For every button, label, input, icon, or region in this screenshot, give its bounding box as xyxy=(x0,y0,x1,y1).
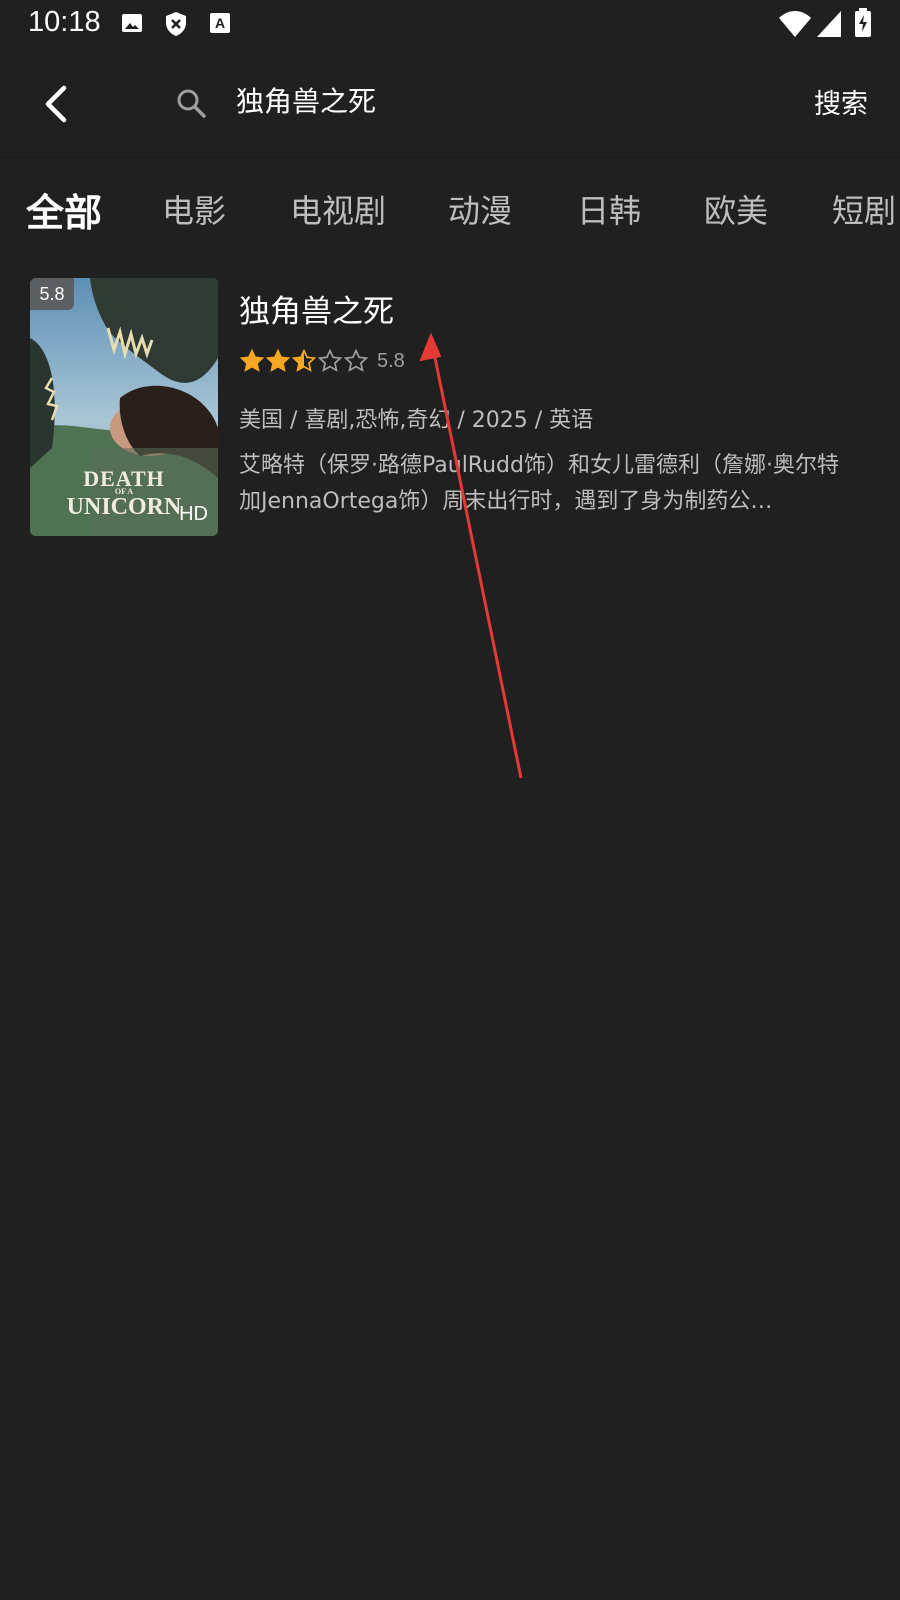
score-badge: 5.8 xyxy=(30,278,74,310)
star-empty-icon xyxy=(317,348,343,372)
status-time: 10:18 xyxy=(28,6,101,38)
result-title[interactable]: 独角兽之死 xyxy=(239,286,394,331)
tab-all[interactable]: 全部 xyxy=(26,182,102,237)
shield-x-icon xyxy=(164,11,188,41)
keyboard-a-icon: A xyxy=(208,11,232,39)
tab-tv-series[interactable]: 电视剧 xyxy=(290,186,386,232)
search-bar: 搜索 xyxy=(0,50,900,158)
status-bar: 10:18 A xyxy=(0,0,900,50)
svg-text:A: A xyxy=(215,15,225,31)
cellular-signal-icon xyxy=(816,10,842,42)
chevron-left-icon xyxy=(45,85,67,123)
poster-image[interactable]: 5.8 DEATH OF A UNICORN HD xyxy=(30,278,218,536)
rating-value: 5.8 xyxy=(377,349,405,372)
star-empty-icon xyxy=(343,348,369,372)
search-input[interactable] xyxy=(236,76,756,124)
tab-short-drama[interactable]: 短剧 xyxy=(832,186,896,232)
rating-stars xyxy=(239,348,369,374)
screen: 10:18 A 搜索 全部 电影 电视剧 xyxy=(0,0,900,1600)
search-result-item[interactable]: 5.8 DEATH OF A UNICORN HD 独角兽之死 5.8 美国 /… xyxy=(30,278,870,536)
battery-charging-icon xyxy=(854,8,872,42)
tab-anime[interactable]: 动漫 xyxy=(448,186,512,232)
image-icon xyxy=(120,11,144,39)
result-meta: 美国 / 喜剧,恐怖,奇幻 / 2025 / 英语 xyxy=(239,408,594,433)
star-filled-icon xyxy=(239,348,265,372)
back-button[interactable] xyxy=(30,78,82,130)
tab-movies[interactable]: 电影 xyxy=(162,186,226,232)
tab-western[interactable]: 欧美 xyxy=(704,186,768,232)
quality-badge: HD xyxy=(179,503,208,525)
star-rating: 5.8 xyxy=(239,348,405,374)
star-half-icon xyxy=(291,348,317,372)
tab-japan-korea[interactable]: 日韩 xyxy=(577,186,641,232)
search-icon xyxy=(174,86,208,120)
result-description: 艾略特（保罗·路德PaulRudd饰）和女儿雷德利（詹娜·奥尔特加JennaOr… xyxy=(239,453,839,514)
star-filled-icon xyxy=(265,348,291,372)
search-button[interactable]: 搜索 xyxy=(814,82,868,121)
category-tabs: 全部 电影 电视剧 动漫 日韩 欧美 短剧 xyxy=(0,168,900,248)
wifi-icon xyxy=(778,10,812,42)
